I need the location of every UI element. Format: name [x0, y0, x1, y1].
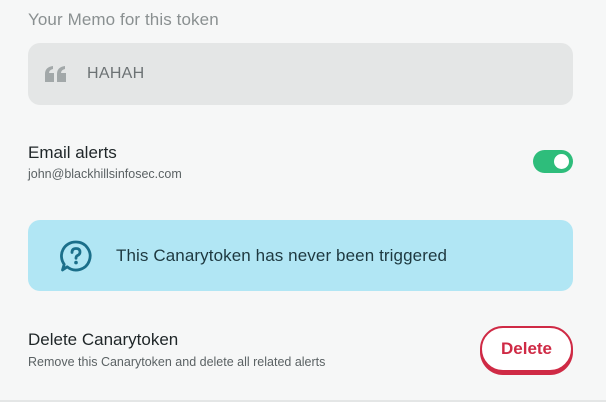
email-alerts-address: john@blackhillsinfosec.com: [28, 167, 182, 181]
email-alerts-title: Email alerts: [28, 143, 117, 162]
trigger-status-text: This Canarytoken has never been triggere…: [116, 245, 448, 265]
trigger-status-banner: This Canarytoken has never been triggere…: [28, 220, 573, 291]
memo-heading: Your Memo for this token: [28, 10, 219, 29]
quote-icon: [44, 64, 70, 84]
token-settings-panel: Your Memo for this token HAHAH Email ale…: [0, 0, 606, 402]
delete-section-title: Delete Canarytoken: [28, 330, 179, 349]
toggle-knob: [554, 154, 569, 169]
delete-button[interactable]: Delete: [480, 326, 573, 372]
memo-value: HAHAH: [87, 65, 145, 82]
memo-field[interactable]: HAHAH: [28, 43, 573, 105]
delete-section-description: Remove this Canarytoken and delete all r…: [28, 355, 326, 369]
question-bubble-icon: [59, 239, 93, 273]
email-alerts-toggle[interactable]: [533, 150, 573, 173]
